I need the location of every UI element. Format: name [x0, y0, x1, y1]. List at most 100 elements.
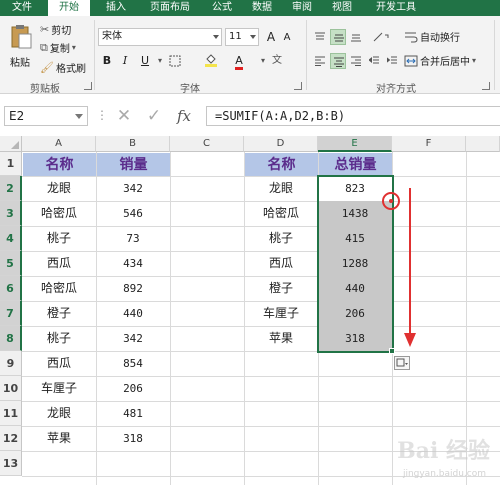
select-all-button[interactable] [0, 136, 22, 152]
enter-formula-button[interactable]: ✓ [142, 105, 166, 127]
formula-input[interactable]: =SUMIF(A:A,D2,B:B) [206, 106, 500, 126]
row-header-13[interactable]: 13 [0, 451, 22, 476]
font-launcher-icon[interactable] [294, 82, 302, 90]
tab-page-layout[interactable]: 页面布局 [140, 0, 200, 16]
tab-view[interactable]: 视图 [326, 0, 358, 16]
fill-handle[interactable] [389, 348, 395, 354]
merge-center-button[interactable]: 合并后居中 ▾ [404, 53, 476, 68]
table1-cell-name[interactable]: 桃子 [22, 326, 96, 351]
bold-button[interactable]: B [100, 53, 114, 69]
table2-header-total-sales[interactable]: 总销量 [319, 153, 392, 176]
chevron-down-icon[interactable]: ▾ [153, 53, 167, 69]
fill-color-button[interactable] [204, 53, 218, 69]
table1-cell-sales[interactable]: 206 [96, 376, 170, 401]
column-header-e[interactable]: E [318, 136, 392, 152]
row-header-8[interactable]: 8 [0, 326, 22, 351]
table2-cell-name[interactable]: 车厘子 [244, 301, 318, 326]
grow-font-button[interactable]: A [264, 29, 278, 45]
alignment-launcher-icon[interactable] [482, 82, 490, 90]
table1-cell-name[interactable]: 龙眼 [22, 401, 96, 426]
column-header-c[interactable]: C [170, 136, 244, 152]
align-top-button[interactable] [312, 29, 328, 45]
column-header-b[interactable]: B [96, 136, 170, 152]
align-left-button[interactable] [312, 53, 328, 69]
row-header-2[interactable]: 2 [0, 176, 22, 201]
tab-data[interactable]: 数据 [246, 0, 278, 16]
clipboard-launcher-icon[interactable] [84, 82, 92, 90]
row-header-10[interactable]: 10 [0, 376, 22, 401]
font-size-select[interactable]: 11 [225, 28, 259, 46]
chevron-down-icon[interactable]: ▾ [472, 56, 476, 65]
tab-insert[interactable]: 插入 [98, 0, 134, 16]
table2-cell-name[interactable]: 苹果 [244, 326, 318, 351]
table2-cell-name[interactable]: 桃子 [244, 226, 318, 251]
cancel-formula-button[interactable]: ✕ [112, 105, 136, 127]
copy-dropdown-icon[interactable]: ▾ [72, 43, 76, 52]
table1-cell-sales[interactable]: 892 [96, 276, 170, 301]
table1-cell-name[interactable]: 西瓜 [22, 351, 96, 376]
chevron-down-icon[interactable]: ▾ [256, 53, 270, 69]
table2-cell-name[interactable]: 橙子 [244, 276, 318, 301]
row-header-9[interactable]: 9 [0, 351, 22, 376]
font-color-button[interactable]: A [232, 53, 246, 70]
column-header-f[interactable]: F [392, 136, 466, 152]
format-painter-button[interactable]: 🖌 格式刷 [40, 60, 86, 75]
tab-formulas[interactable]: 公式 [206, 0, 238, 16]
align-bottom-button[interactable] [348, 29, 364, 45]
table1-cell-name[interactable]: 哈密瓜 [22, 201, 96, 226]
table2-cell-name[interactable]: 龙眼 [244, 176, 318, 201]
table1-cell-name[interactable]: 龙眼 [22, 176, 96, 201]
table1-cell-sales[interactable]: 854 [96, 351, 170, 376]
column-header-g[interactable] [466, 136, 500, 152]
border-button[interactable] [168, 53, 182, 69]
table1-cell-name[interactable]: 橙子 [22, 301, 96, 326]
increase-indent-button[interactable] [384, 53, 400, 69]
tab-review[interactable]: 审阅 [286, 0, 318, 16]
copy-button[interactable]: ⧉ 复制 ▾ [40, 40, 76, 56]
align-right-button[interactable] [348, 53, 364, 69]
table1-cell-sales[interactable]: 546 [96, 201, 170, 226]
tab-home[interactable]: 开始 [48, 0, 90, 16]
tab-file[interactable]: 文件 [0, 0, 44, 16]
decrease-indent-button[interactable] [366, 53, 382, 69]
table1-cell-name[interactable]: 哈密瓜 [22, 276, 96, 301]
align-center-button[interactable] [330, 53, 346, 69]
row-header-5[interactable]: 5 [0, 251, 22, 276]
column-header-a[interactable]: A [22, 136, 96, 152]
font-name-select[interactable]: 宋体 [98, 28, 222, 46]
table2-header-name[interactable]: 名称 [245, 153, 318, 176]
table1-cell-sales[interactable]: 318 [96, 426, 170, 451]
table1-cell-sales[interactable]: 342 [96, 326, 170, 351]
table2-cell-name[interactable]: 哈密瓜 [244, 201, 318, 226]
table1-cell-name[interactable]: 桃子 [22, 226, 96, 251]
table1-cell-sales[interactable]: 481 [96, 401, 170, 426]
table1-header-sales[interactable]: 销量 [97, 153, 170, 176]
table1-cell-sales[interactable]: 434 [96, 251, 170, 276]
table1-cell-name[interactable]: 苹果 [22, 426, 96, 451]
column-header-d[interactable]: D [244, 136, 318, 152]
row-header-7[interactable]: 7 [0, 301, 22, 326]
table1-header-name[interactable]: 名称 [23, 153, 96, 176]
name-box[interactable]: E2 [4, 106, 88, 126]
table1-cell-sales[interactable]: 342 [96, 176, 170, 201]
underline-button[interactable]: U [138, 53, 152, 69]
insert-function-button[interactable]: fx [172, 105, 196, 127]
row-header-3[interactable]: 3 [0, 201, 22, 226]
table2-cell-name[interactable]: 西瓜 [244, 251, 318, 276]
row-header-11[interactable]: 11 [0, 401, 22, 426]
shrink-font-button[interactable]: A [280, 30, 294, 46]
table1-cell-sales[interactable]: 440 [96, 301, 170, 326]
tab-developer[interactable]: 开发工具 [368, 0, 424, 16]
table1-cell-name[interactable]: 西瓜 [22, 251, 96, 276]
row-header-4[interactable]: 4 [0, 226, 22, 251]
autofill-options-button[interactable] [394, 356, 410, 370]
paste-button[interactable]: 粘贴 [4, 18, 36, 72]
orientation-button[interactable] [370, 29, 392, 45]
align-middle-button[interactable] [330, 29, 346, 45]
table1-cell-name[interactable]: 车厘子 [22, 376, 96, 401]
table1-cell-sales[interactable]: 73 [96, 226, 170, 251]
wrap-text-button[interactable]: 自动换行 [404, 29, 460, 44]
row-header-6[interactable]: 6 [0, 276, 22, 301]
phonetic-button[interactable]: 文 [270, 53, 284, 69]
cut-button[interactable]: ✂ 剪切 [40, 22, 71, 37]
